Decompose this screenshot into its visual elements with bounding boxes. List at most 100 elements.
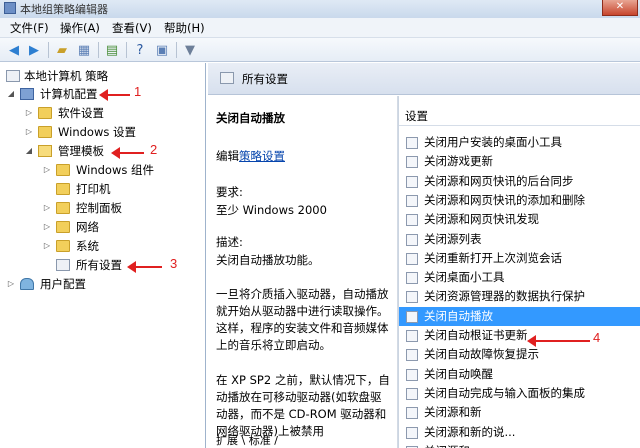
expand-triangle-icon[interactable]: ▷: [42, 199, 52, 217]
list-item[interactable]: 关闭自动播放: [399, 306, 640, 326]
policy-setting-icon: [406, 426, 418, 439]
list-item-label: 关闭源和网页快讯发现: [424, 212, 539, 227]
list-column-header[interactable]: 设置: [399, 106, 640, 126]
menu-action[interactable]: 操作(A): [58, 20, 102, 36]
expand-triangle-icon[interactable]: ▷: [42, 161, 52, 179]
annotation-arrow-4: [527, 335, 590, 347]
menu-help[interactable]: 帮助(H): [162, 20, 207, 36]
list-item[interactable]: 关闭源和网页快讯的添加和删除: [399, 191, 640, 210]
description-panel: 关闭自动播放 编辑策略设置 要求: 至少 Windows 2000 描述: 关闭…: [208, 96, 396, 448]
details-header: 所有设置: [208, 63, 640, 95]
up-folder-icon[interactable]: ▰: [54, 42, 70, 58]
list-item-label: 关闭重新打开上次浏览会话: [424, 250, 562, 265]
view-tabs[interactable]: 扩展 \ 标准 /: [216, 432, 392, 448]
list-item[interactable]: 关闭自动故障恢复提示: [399, 345, 640, 364]
tree-pane: 本地计算机 策略 ◢ 计算机配置 ▷ 软件设置 ▷ Windows 设置 ◢ 管…: [0, 63, 206, 448]
requires-label: 要求:: [216, 185, 243, 199]
expand-triangle-icon[interactable]: ▷: [42, 218, 52, 236]
menu-view[interactable]: 查看(V): [110, 20, 154, 36]
description-paragraph: 一旦将介质插入驱动器，自动播放就开始从驱动器中进行读取操作。这样，程序的安装文件…: [216, 287, 389, 352]
collapse-triangle-icon[interactable]: ◢: [6, 85, 16, 103]
requires-value: 至少 Windows 2000: [216, 203, 327, 217]
settings-list-icon: [220, 72, 234, 84]
expand-triangle-icon[interactable]: ▷: [42, 237, 52, 255]
policy-setting-icon: [406, 214, 418, 227]
expand-triangle-icon[interactable]: ▷: [24, 104, 34, 122]
folder-icon: [56, 202, 70, 214]
filter-icon[interactable]: ▼: [182, 42, 198, 58]
list-item-label: 关闭源和新的说...: [424, 424, 516, 439]
forward-arrow-icon[interactable]: ▶: [26, 42, 42, 58]
settings-list: 设置 关闭用户安装的桌面小工具 关闭游戏更新 关闭源和网页快讯的后台同步 关闭源和网页…: [398, 96, 640, 448]
settings-list-icon: [56, 259, 70, 271]
folder-icon: [38, 126, 52, 138]
export-list-icon[interactable]: ▤: [104, 42, 120, 58]
list-item[interactable]: 关闭重新打开上次浏览会话: [399, 249, 640, 268]
list-item[interactable]: 关闭源和...: [399, 442, 640, 448]
policy-title: 关闭自动播放: [216, 111, 285, 125]
list-item-label: 关闭自动故障恢复提示: [424, 347, 539, 362]
list-item[interactable]: 关闭自动唤醒: [399, 365, 640, 384]
policy-setting-icon: [406, 194, 418, 207]
list-item[interactable]: 关闭自动根证书更新: [399, 326, 640, 345]
list-item[interactable]: 关闭源和新: [399, 403, 640, 422]
toolbar-separator: [176, 42, 177, 58]
policy-setting-icon: [406, 175, 418, 188]
properties-icon[interactable]: ▣: [154, 42, 170, 58]
list-item-label: 关闭源列表: [424, 231, 482, 246]
list-item-label: 关闭自动完成与输入面板的集成: [424, 385, 585, 400]
list-item-label: 关闭用户安装的桌面小工具: [424, 135, 562, 149]
annotation-number-3: 3: [170, 256, 178, 271]
list-item-label: 关闭桌面小工具: [424, 270, 505, 285]
show-tree-icon[interactable]: ▦: [76, 42, 92, 58]
list-item[interactable]: 关闭资源管理器的数据执行保护: [399, 287, 640, 306]
description-summary: 关闭自动播放功能。: [216, 253, 320, 267]
annotation-number-4: 4: [593, 330, 601, 345]
menu-bar: 文件(F) 操作(A) 查看(V) 帮助(H): [0, 18, 640, 38]
list-item-label: 关闭源和网页快讯的添加和删除: [424, 192, 585, 207]
policy-setting-icon: [406, 349, 418, 362]
folder-icon: [56, 183, 70, 195]
app-icon: [4, 2, 16, 14]
toolbar-separator: [98, 42, 99, 58]
policy-setting-icon: [406, 330, 418, 342]
folder-icon: [38, 107, 52, 119]
description-paragraph: 在 XP SP2 之前，默认情况下，自动播放在可移动驱动器(如软盘驱动器，而不是…: [216, 373, 390, 438]
list-item[interactable]: 关闭源和新的说...: [399, 423, 640, 442]
toolbar-separator: [48, 42, 49, 58]
folder-icon: [56, 221, 70, 233]
toolbar: ◀ ▶ ▰ ▦ ▤ ? ▣ ▼: [0, 38, 640, 62]
edit-policy-line: 编辑策略设置: [216, 149, 285, 163]
list-item-label: 关闭自动播放: [424, 308, 493, 323]
expand-triangle-icon[interactable]: ▷: [6, 275, 16, 293]
list-item-label: 关闭自动唤醒: [424, 366, 493, 381]
list-item-label: 关闭游戏更新: [424, 154, 493, 169]
list-item[interactable]: 关闭桌面小工具: [399, 268, 640, 287]
annotation-arrow-2: [111, 147, 144, 159]
expand-triangle-icon[interactable]: ▷: [24, 123, 34, 141]
menu-file[interactable]: 文件(F): [8, 20, 51, 36]
list-item-label: 关闭源和新: [424, 405, 482, 420]
annotation-arrow-3: [127, 261, 162, 273]
close-button[interactable]: ✕: [602, 0, 638, 16]
description-label: 描述:: [216, 235, 243, 249]
window-title: 本地组策略编辑器: [20, 3, 108, 16]
collapse-triangle-icon[interactable]: ◢: [24, 142, 34, 160]
user-icon: [20, 278, 34, 290]
policy-setting-icon: [406, 291, 418, 304]
folder-icon: [56, 164, 70, 176]
edit-policy-link[interactable]: 策略设置: [239, 149, 285, 163]
policy-setting-icon: [406, 252, 418, 265]
list-item[interactable]: 关闭自动完成与输入面板的集成: [399, 384, 640, 403]
policy-setting-icon: [406, 156, 418, 169]
list-item[interactable]: 关闭源和网页快讯发现: [399, 210, 640, 229]
list-item[interactable]: 关闭源和网页快讯的后台同步: [399, 172, 640, 191]
back-arrow-icon[interactable]: ◀: [6, 42, 22, 58]
list-item[interactable]: 关闭游戏更新: [399, 152, 640, 171]
list-item[interactable]: 关闭用户安装的桌面小工具: [399, 133, 640, 152]
policy-setting-icon: [406, 272, 418, 285]
folder-icon: [56, 240, 70, 252]
help-icon[interactable]: ?: [132, 42, 148, 58]
list-item[interactable]: 关闭源列表: [399, 230, 640, 249]
annotation-arrow-1: [99, 89, 130, 101]
